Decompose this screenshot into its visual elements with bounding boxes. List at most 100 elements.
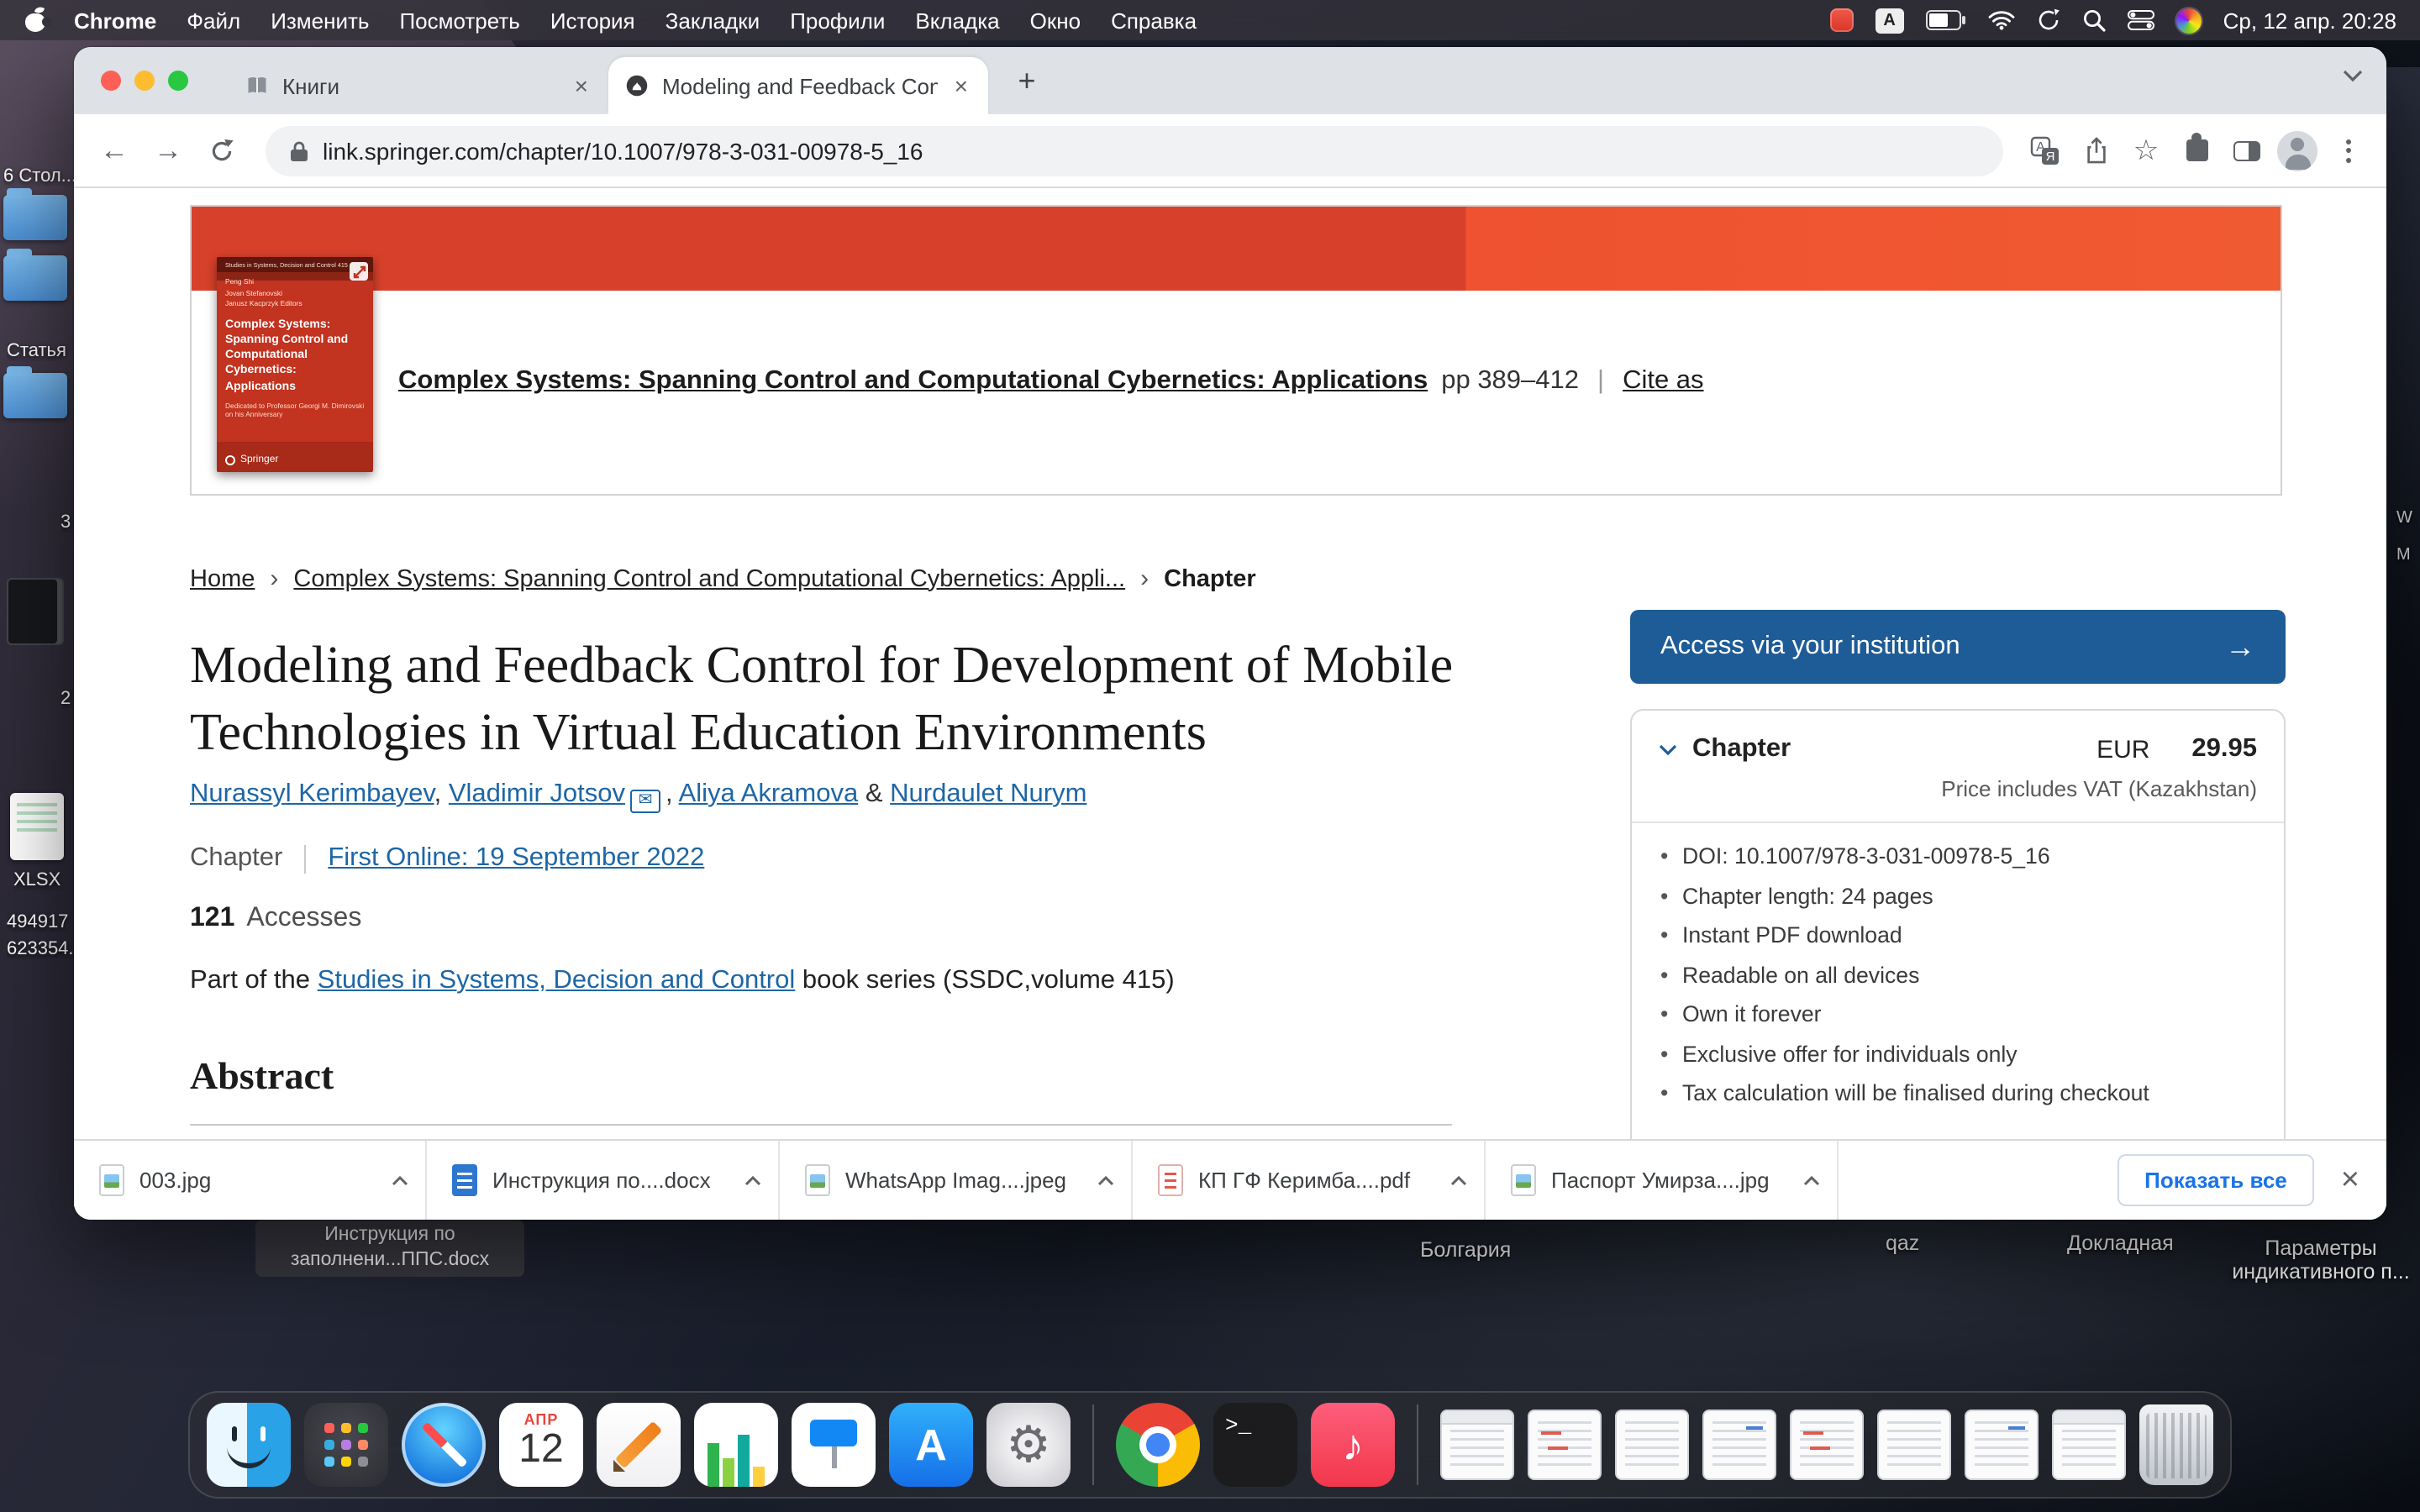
translate-icon[interactable]: AЯ (2023, 129, 2067, 172)
terminal-icon[interactable]: >_ (1213, 1403, 1297, 1487)
desktop-document-icon[interactable] (7, 578, 64, 645)
desktop-selected-file-label[interactable]: Инструкция по заполнени...ППС.docx (255, 1220, 524, 1277)
numbers-icon[interactable] (694, 1403, 778, 1487)
menu-bar-clock[interactable]: Ср, 12 апр. 20:28 (2223, 8, 2396, 33)
tab-books[interactable]: Книги × (229, 57, 608, 114)
minimized-window-thumbnail[interactable] (1440, 1410, 1514, 1480)
minimized-window-thumbnail[interactable] (1877, 1410, 1951, 1480)
email-envelope-icon[interactable]: ✉ (630, 789, 660, 812)
menu-item-tab[interactable]: Вкладка (915, 8, 999, 33)
cite-as-link[interactable]: Cite as (1623, 366, 1704, 395)
apple-menu-icon[interactable] (24, 8, 47, 32)
download-item[interactable]: Инструкция по....docx (427, 1141, 780, 1220)
input-source-icon[interactable]: А (1876, 8, 1904, 33)
battery-icon[interactable] (1926, 10, 1966, 30)
control-center-icon[interactable] (2128, 10, 2154, 30)
chevron-up-icon[interactable] (392, 1175, 408, 1185)
chevron-up-icon[interactable] (1097, 1175, 1114, 1185)
minimize-window-button[interactable] (134, 71, 155, 91)
menu-item-window[interactable]: Окно (1030, 8, 1081, 33)
trash-icon[interactable] (2139, 1404, 2213, 1485)
profile-avatar[interactable] (2275, 129, 2319, 172)
menu-item-view[interactable]: Посмотреть (399, 8, 519, 33)
tab-modeling-active[interactable]: Modeling and Feedback Contr × (608, 57, 988, 114)
download-item[interactable]: КП ГФ Керимба....pdf (1133, 1141, 1486, 1220)
desktop-file-label[interactable]: Болгария (1420, 1238, 1511, 1262)
series-link[interactable]: Studies in Systems, Decision and Control (318, 966, 796, 995)
minimized-window-thumbnail[interactable] (1790, 1410, 1864, 1480)
minimized-window-thumbnail[interactable] (1965, 1410, 2039, 1480)
menu-bar-app-icon[interactable] (2176, 8, 2202, 33)
desktop-folder-icon[interactable] (3, 195, 67, 240)
desktop-file-label[interactable]: W (2396, 509, 2412, 528)
tab-search-chevron-icon[interactable] (2343, 69, 2363, 82)
author-link[interactable]: Nurassyl Kerimbayev (190, 780, 434, 808)
desktop-file-label[interactable]: 623354... (7, 939, 77, 959)
desktop-file-label[interactable]: Параметры индикативного п... (2222, 1236, 2420, 1284)
minimized-window-thumbnail[interactable] (1528, 1410, 1602, 1480)
menu-app-name[interactable]: Chrome (74, 8, 156, 33)
book-title-link[interactable]: Complex Systems: Spanning Control and Co… (398, 366, 1428, 395)
expand-cover-icon[interactable] (350, 262, 368, 281)
desktop-xlsx-icon[interactable] (10, 793, 64, 860)
close-tab-icon[interactable]: × (951, 74, 971, 97)
calendar-icon[interactable]: АПР 12 (499, 1403, 583, 1487)
close-downloads-bar-icon[interactable]: × (2341, 1162, 2360, 1199)
access-institution-button[interactable]: Access via your institution → (1630, 610, 2286, 684)
download-item[interactable]: Паспорт Умирза....jpg (1486, 1141, 1839, 1220)
bookmark-star-icon[interactable]: ☆ (2124, 129, 2168, 172)
desktop-file-label[interactable]: Докладная (2067, 1231, 2174, 1255)
back-icon[interactable]: ← (91, 127, 138, 174)
chrome-icon[interactable] (1116, 1403, 1200, 1487)
desktop-folder-icon[interactable] (3, 373, 67, 418)
new-tab-button[interactable]: + (1005, 59, 1049, 102)
wifi-icon[interactable] (1988, 10, 2015, 30)
download-item[interactable]: 003.jpg (74, 1141, 427, 1220)
desktop-file-label[interactable]: Статья (7, 341, 77, 361)
author-link[interactable]: Vladimir Jotsov (449, 780, 625, 808)
author-link[interactable]: Aliya Akramova (679, 780, 859, 808)
minimized-window-thumbnail[interactable] (1615, 1410, 1689, 1480)
address-bar[interactable]: link.springer.com/chapter/10.1007/978-3-… (266, 125, 2003, 176)
kebab-menu-icon[interactable] (2326, 129, 2370, 172)
menu-item-bookmarks[interactable]: Закладки (666, 8, 760, 33)
zoom-window-button[interactable] (168, 71, 188, 91)
pages-icon[interactable] (597, 1403, 681, 1487)
forward-icon[interactable]: → (145, 127, 192, 174)
red-app-icon[interactable] (1830, 8, 1854, 32)
close-window-button[interactable] (101, 71, 121, 91)
app-store-icon[interactable]: A (889, 1403, 973, 1487)
breadcrumb-home-link[interactable]: Home (190, 565, 255, 592)
time-machine-icon[interactable] (2037, 8, 2060, 32)
reload-icon[interactable] (198, 127, 245, 174)
extensions-puzzle-icon[interactable] (2175, 129, 2218, 172)
system-settings-icon[interactable]: ⚙ (986, 1403, 1071, 1487)
safari-icon[interactable] (402, 1403, 486, 1487)
menu-item-profiles[interactable]: Профили (790, 8, 885, 33)
music-icon[interactable]: ♪ (1311, 1403, 1395, 1487)
author-link[interactable]: Nurdaulet Nurym (890, 780, 1086, 808)
menu-item-help[interactable]: Справка (1111, 8, 1197, 33)
side-panel-icon[interactable] (2225, 129, 2269, 172)
desktop-folder-icon[interactable] (3, 255, 67, 301)
spotlight-icon[interactable] (2082, 8, 2106, 32)
desktop-file-label[interactable]: 6 Стол... (3, 166, 77, 186)
launchpad-icon[interactable] (304, 1403, 388, 1487)
url-text[interactable]: link.springer.com/chapter/10.1007/978-3-… (323, 137, 923, 164)
menu-item-edit[interactable]: Изменить (271, 8, 369, 33)
download-item[interactable]: WhatsApp Imag....jpeg (780, 1141, 1133, 1220)
show-all-downloads-button[interactable]: Показать все (2118, 1154, 2314, 1206)
book-cover[interactable]: Studies in Systems, Decision and Control… (217, 257, 373, 472)
chevron-down-icon[interactable] (1659, 743, 1677, 755)
finder-icon[interactable] (207, 1403, 291, 1487)
desktop-file-label[interactable]: M (2396, 546, 2411, 564)
breadcrumb-book-link[interactable]: Complex Systems: Spanning Control and Co… (293, 565, 1125, 592)
chevron-up-icon[interactable] (1803, 1175, 1820, 1185)
chevron-up-icon[interactable] (1450, 1175, 1467, 1185)
menu-item-history[interactable]: История (550, 8, 635, 33)
desktop-file-label[interactable]: 494917 (7, 912, 77, 932)
chevron-up-icon[interactable] (744, 1175, 761, 1185)
menu-item-file[interactable]: Файл (187, 8, 240, 33)
close-tab-icon[interactable]: × (571, 74, 592, 97)
desktop-file-label[interactable]: qaz (1886, 1231, 1919, 1255)
